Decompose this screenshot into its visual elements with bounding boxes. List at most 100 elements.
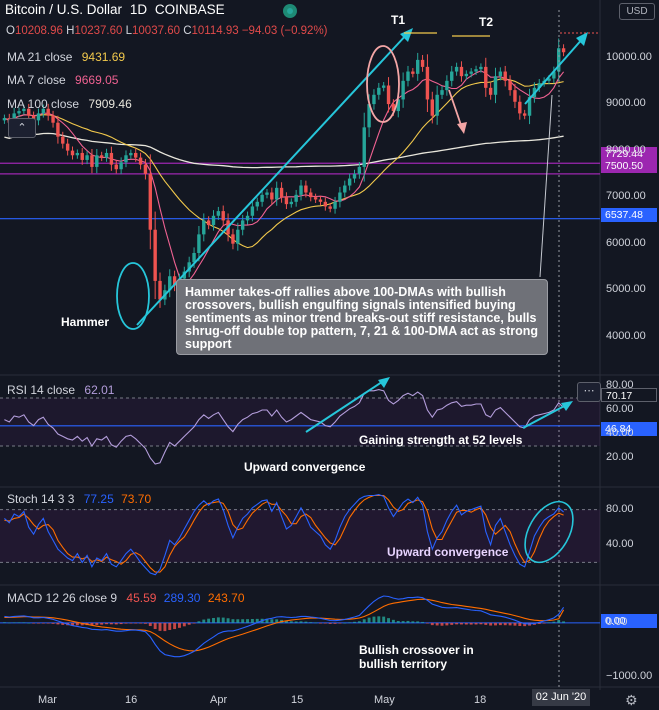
macd-hist-bar (41, 622, 45, 624)
candle-body (2, 118, 7, 121)
hammer-circle (116, 262, 150, 330)
candle-body (143, 164, 148, 174)
collapse-legend-chevron-icon[interactable]: ⌃ (8, 118, 36, 138)
macd-hist-bar (163, 622, 167, 632)
candle-body (129, 152, 133, 156)
market-status-dot (287, 8, 293, 14)
macd-legend[interactable]: MACD 12 26 close 9 45.59 289.30 243.70 (7, 591, 245, 605)
candle-body (211, 215, 216, 226)
candle-body (484, 66, 488, 88)
candle-body (459, 66, 464, 77)
macd-hist-bar (474, 622, 478, 625)
candle-body (80, 152, 84, 160)
candle-body (323, 201, 328, 207)
macd-hist-bar (2, 622, 6, 623)
currency-button[interactable]: USD (619, 3, 655, 20)
macd-hist-bar (411, 621, 415, 623)
macd-hist-bar (367, 617, 371, 623)
macd-hist-bar (134, 622, 138, 624)
candle-body (36, 113, 41, 121)
candle-body (197, 234, 201, 253)
rsi-legend[interactable]: RSI 14 close 62.01 (7, 383, 114, 397)
macd-hist-bar (192, 622, 196, 624)
candle-body (153, 229, 157, 281)
ohlc-l: 10037.60 (132, 25, 180, 37)
ma7-legend[interactable]: MA 7 close 9669.05 (7, 73, 118, 87)
candle-body (294, 194, 298, 202)
candle-body (260, 194, 264, 202)
macd-hist-bar (513, 622, 517, 626)
macd-hist-bar (455, 622, 459, 625)
macd-hist-bar (552, 621, 556, 623)
macd-hist-bar (314, 622, 318, 624)
macd-hist-bar (46, 622, 50, 624)
price-y-tick: 9000.00 (606, 97, 646, 110)
trend-arrow-recent (524, 36, 585, 105)
candle-body (493, 76, 498, 95)
macd-hist-bar (479, 622, 483, 625)
candle-body (65, 143, 70, 151)
rsi-y-tick: 40.00 (606, 427, 634, 439)
candle-body (435, 94, 439, 116)
candle-body (99, 155, 104, 158)
macd-hist-bar (153, 622, 157, 630)
settings-gear-icon[interactable]: ⚙ (625, 692, 638, 709)
macd-hist-bar (391, 619, 395, 623)
candle-body (362, 127, 366, 167)
symbol-header[interactable]: Bitcoin / U.S. Dollar 1D COINBASE (5, 3, 225, 17)
price-y-tick: 7000.00 (606, 190, 646, 203)
candle-body (270, 192, 274, 200)
ohlc-c: 10114.93 (191, 25, 239, 37)
candle-body (216, 211, 221, 216)
macd-hist-bar (27, 622, 31, 624)
candle-body (328, 206, 332, 209)
ma100-line (4, 132, 564, 169)
macd-hist-bar (246, 619, 249, 623)
ma100-value: 7909.46 (88, 97, 132, 111)
candle-body (440, 90, 444, 95)
candle-body (522, 113, 527, 116)
macd-hist-bar (430, 622, 434, 626)
macd-hist-bar (323, 622, 327, 624)
candle-body (498, 71, 503, 77)
macd-hist-bar (299, 621, 303, 623)
rsi-y-tick: 80.00 (606, 379, 634, 391)
macd-hist-bar (406, 620, 410, 623)
candle-body (333, 201, 337, 209)
macd-hist-bar (212, 617, 215, 623)
candle-body (279, 187, 284, 198)
macd-hist-bar (56, 622, 60, 625)
more-options-icon[interactable]: ⋯ (577, 382, 601, 402)
macd-hist-bar (129, 622, 133, 624)
candle-body (70, 150, 75, 156)
macd-line-value: 289.30 (163, 591, 201, 605)
stoch-legend[interactable]: Stoch 14 3 3 77.25 73.70 (7, 492, 151, 506)
macd-annotation: Bullish crossover in bullish territory (359, 643, 474, 671)
macd-hist-bar (440, 622, 444, 626)
macd-hist-bar (309, 622, 313, 623)
macd-hist-bar (250, 619, 254, 623)
macd-hist-bar (445, 622, 449, 626)
ma100-legend[interactable]: MA 100 close 7909.46 (7, 97, 132, 111)
rsi-value: 62.01 (84, 383, 115, 397)
candle-body (250, 206, 255, 216)
candle-body (508, 80, 512, 91)
macd-hist-bar (289, 621, 293, 623)
macd-hist-bar (304, 621, 308, 623)
macd-hist-bar (338, 622, 342, 624)
macd-hist-bar (460, 622, 463, 625)
x-tick-apr: Apr (210, 694, 228, 706)
macd-hist-bar (236, 619, 240, 623)
price-y-tick: 5000.00 (606, 283, 646, 296)
stoch-d-value: 73.70 (121, 492, 152, 506)
ma21-legend[interactable]: MA 21 close 9431.69 (7, 50, 125, 64)
candle-body (221, 211, 225, 221)
macd-hist-bar (494, 622, 497, 626)
macd-hist-bar (518, 622, 522, 627)
candle-body (138, 157, 143, 165)
candle-body (206, 220, 211, 226)
macd-hist-bar (508, 622, 512, 626)
macd-hist-bar (158, 622, 162, 631)
candle-body (401, 80, 405, 100)
candle-body (450, 71, 454, 81)
